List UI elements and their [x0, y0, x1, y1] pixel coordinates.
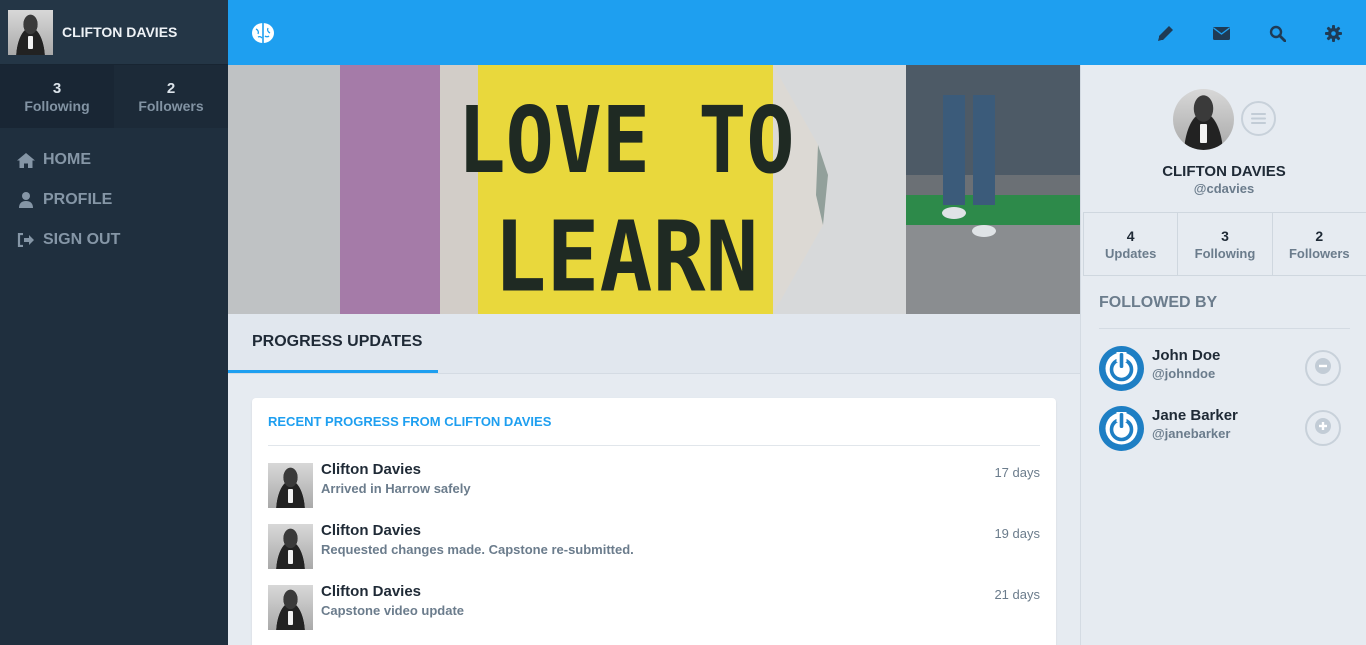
sidebar-stat-following[interactable]: 3 Following — [0, 65, 114, 128]
feed-title: RECENT PROGRESS FROM CLIFTON DAVIES — [268, 414, 552, 429]
follower-handle: @janebarker — [1152, 426, 1231, 441]
follower-name[interactable]: Jane Barker — [1152, 407, 1238, 424]
sign-text-line2: LEARN — [494, 201, 759, 314]
power-avatar-icon[interactable] — [1099, 346, 1144, 391]
list-item[interactable]: Clifton Davies Arrived in Harrow safely … — [268, 461, 1040, 511]
cover-image: LOVE TO LEARN — [228, 65, 1080, 314]
feed-timestamp: 17 days — [994, 465, 1040, 480]
avatar — [268, 585, 313, 630]
avatar — [268, 463, 313, 508]
stat-following[interactable]: 3 Following — [1178, 213, 1273, 275]
avatar — [268, 524, 313, 569]
sidebar-item-sign-out[interactable]: SIGN OUT — [0, 220, 228, 260]
progress-feed-card: RECENT PROGRESS FROM CLIFTON DAVIES Clif… — [252, 398, 1056, 645]
sidebar-item-profile[interactable]: PROFILE — [0, 180, 228, 220]
follower-item: John Doe @johndoe — [1099, 346, 1350, 392]
stat-followers[interactable]: 2 Followers — [1273, 213, 1366, 275]
envelope-icon[interactable] — [1210, 22, 1232, 44]
power-avatar-icon[interactable] — [1099, 406, 1144, 451]
profile-avatar — [1173, 89, 1234, 150]
sidebar-item-label: SIGN OUT — [43, 231, 121, 248]
profile-stats: 4 Updates 3 Following 2 Followers — [1083, 212, 1366, 276]
user-icon — [16, 192, 36, 208]
tab-progress-updates[interactable]: PROGRESS UPDATES — [228, 314, 438, 373]
sidebar-user-name: CLIFTON DAVIES — [62, 24, 178, 40]
list-item[interactable]: Clifton Davies Capstone video update 21 … — [268, 583, 1040, 633]
feed-timestamp: 21 days — [994, 587, 1040, 602]
top-navbar — [228, 0, 1366, 65]
feed-author[interactable]: Clifton Davies — [321, 583, 421, 600]
sidebar-item-label: HOME — [43, 151, 91, 168]
profile-handle: @cdavies — [1193, 181, 1255, 196]
home-icon — [16, 152, 36, 168]
stat-number: 2 — [1315, 227, 1324, 244]
stat-number: 3 — [1221, 227, 1229, 244]
sidebar-stats: 3 Following 2 Followers — [0, 65, 228, 128]
stat-updates[interactable]: 4 Updates — [1084, 213, 1179, 275]
stat-label: Following — [1194, 245, 1256, 261]
follower-handle: @johndoe — [1152, 366, 1216, 381]
profile-panel: CLIFTON DAVIES @cdavies 4 Updates 3 Foll… — [1080, 65, 1366, 645]
stat-number: 3 — [52, 79, 62, 97]
avatar — [8, 9, 53, 55]
minus-circle-icon — [1315, 357, 1331, 379]
feed-author[interactable]: Clifton Davies — [321, 461, 421, 478]
feed-text: Arrived in Harrow safely — [321, 481, 471, 496]
divider — [268, 445, 1040, 446]
plus-circle-icon — [1315, 417, 1331, 439]
profile-name: CLIFTON DAVIES — [1162, 163, 1286, 180]
stat-label: Following — [24, 97, 90, 114]
sidebar-item-home[interactable]: HOME — [0, 140, 228, 180]
sidebar-stat-followers[interactable]: 2 Followers — [114, 65, 228, 128]
stat-label: Followers — [1288, 245, 1350, 261]
sidebar-nav: HOME PROFILE SIGN OUT — [0, 128, 228, 260]
unfollow-button[interactable] — [1305, 350, 1341, 386]
stat-label: Followers — [138, 97, 204, 114]
follower-item: Jane Barker @janebarker — [1099, 406, 1350, 452]
tab-bar: PROGRESS UPDATES — [228, 314, 1080, 374]
sign-out-icon — [16, 232, 36, 248]
feed-text: Requested changes made. Capstone re-subm… — [321, 542, 634, 557]
followed-by-heading: FOLLOWED BY — [1099, 294, 1218, 311]
search-icon[interactable] — [1266, 22, 1288, 44]
feed-text: Capstone video update — [321, 603, 465, 618]
brain-logo-icon[interactable] — [250, 20, 276, 46]
stat-label: Updates — [1105, 245, 1157, 261]
divider — [1099, 328, 1350, 329]
menu-icon[interactable] — [1241, 101, 1276, 136]
feed-timestamp: 19 days — [994, 526, 1040, 541]
sidebar-item-label: PROFILE — [43, 191, 113, 208]
gear-icon[interactable] — [1322, 22, 1344, 44]
list-item[interactable]: Clifton Davies Requested changes made. C… — [268, 522, 1040, 572]
sidebar: CLIFTON DAVIES 3 Following 2 Followers H… — [0, 0, 228, 645]
sidebar-user[interactable]: CLIFTON DAVIES — [0, 0, 228, 65]
stat-number: 2 — [166, 79, 176, 97]
follow-button[interactable] — [1305, 410, 1341, 446]
pencil-icon[interactable] — [1154, 22, 1176, 44]
feed-author[interactable]: Clifton Davies — [321, 522, 421, 539]
sign-text-line1: LOVE TO — [457, 88, 794, 195]
follower-name[interactable]: John Doe — [1152, 347, 1220, 364]
stat-number: 4 — [1126, 227, 1135, 244]
